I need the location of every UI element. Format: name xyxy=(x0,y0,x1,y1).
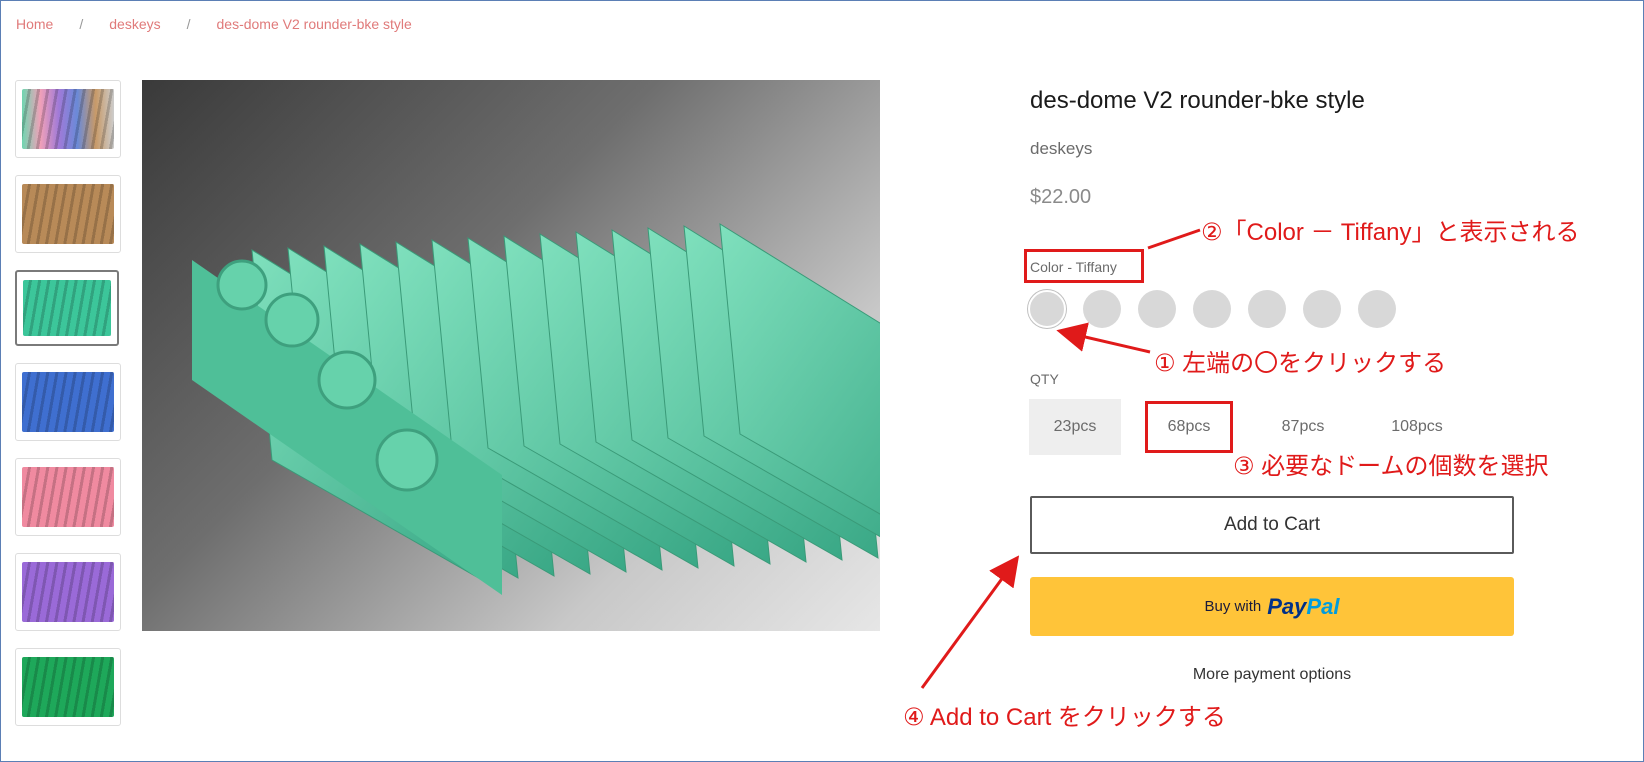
arrow-2 xyxy=(1147,228,1201,250)
arrow-4 xyxy=(920,555,1020,689)
annotation-step-1: ① 左端の〇をクリックする xyxy=(1154,350,1447,377)
arrow-1 xyxy=(1056,322,1151,354)
annotation-arrows xyxy=(920,228,1201,689)
annotation-step-2: ②「Color － Tiffany」と表示される xyxy=(1201,219,1580,246)
annotation-step-3: ③ 必要なドームの個数を選択 xyxy=(1233,453,1549,480)
annotation-step-4: ④ Add to Cart をクリックする xyxy=(903,704,1226,731)
